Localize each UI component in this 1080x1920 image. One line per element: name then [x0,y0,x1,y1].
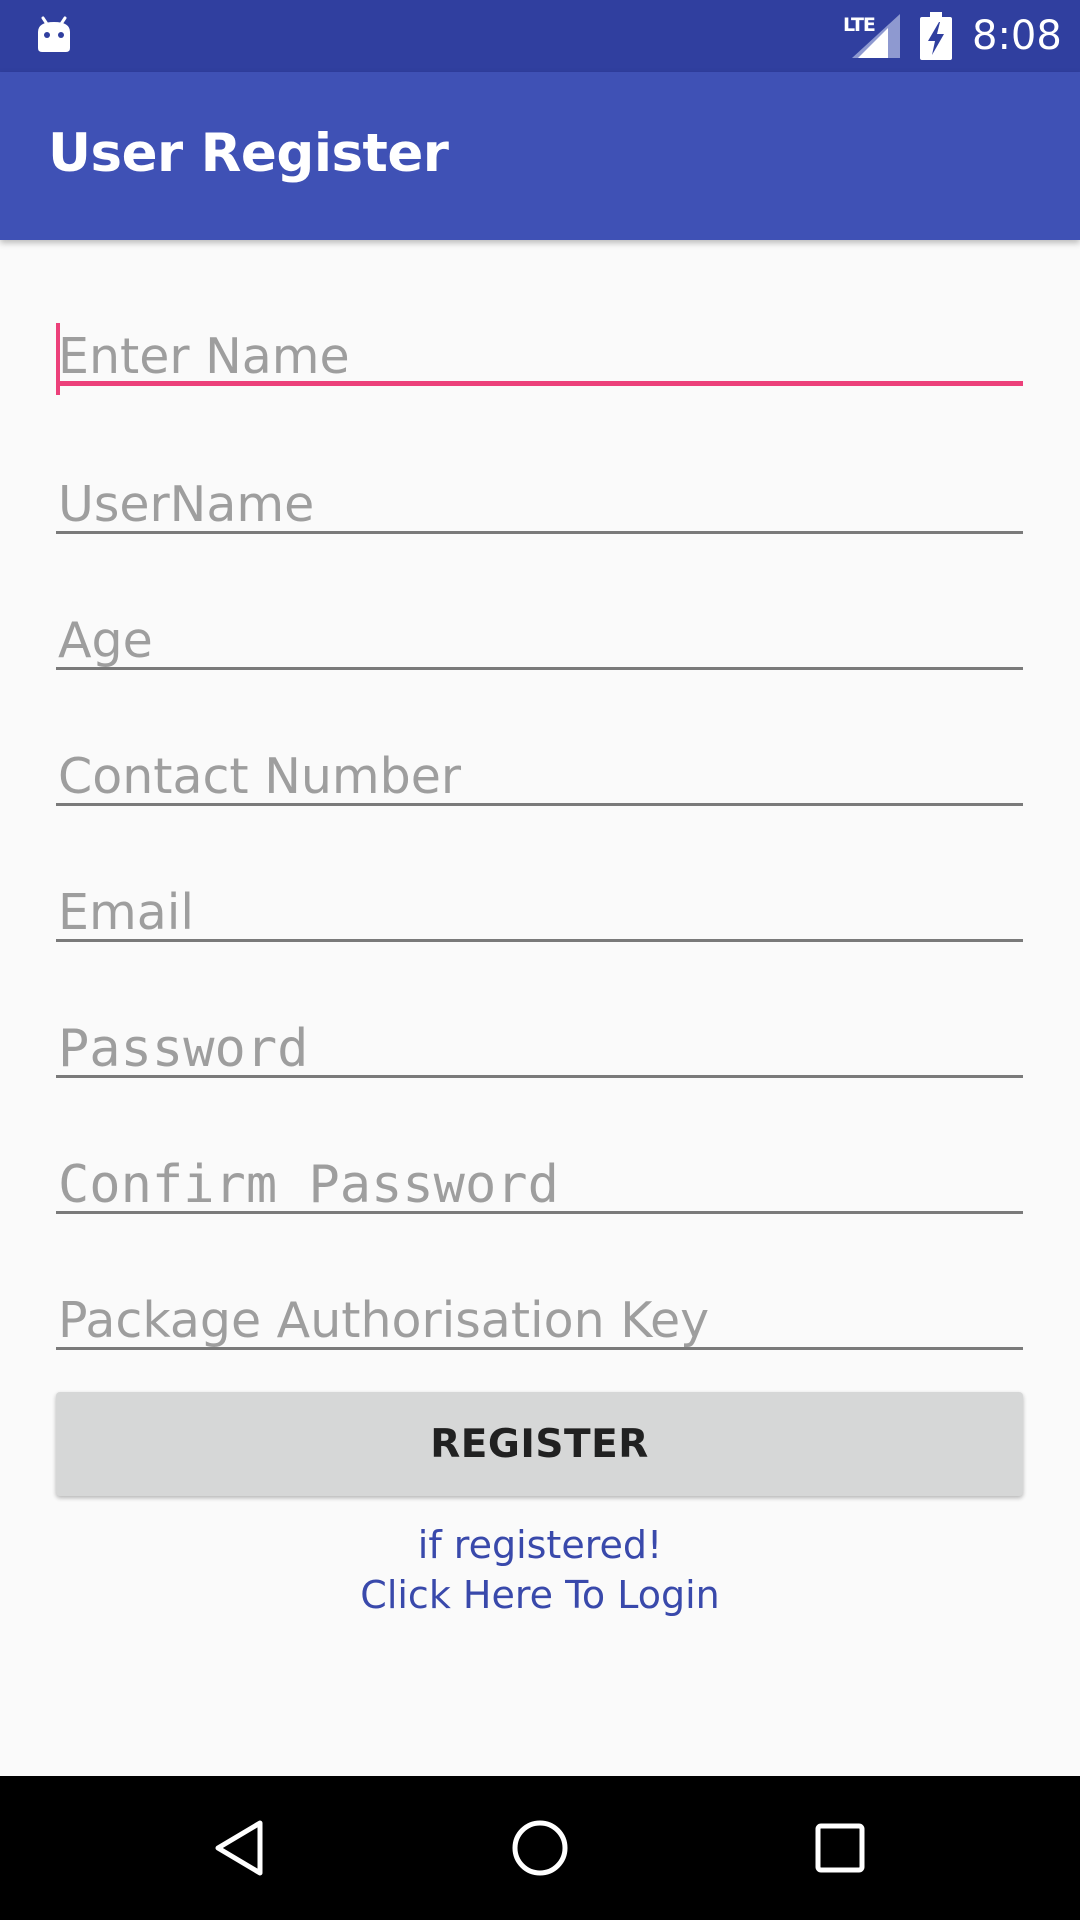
name-field[interactable]: Enter Name [56,282,1023,418]
status-bar: LTE 8:08 [0,0,1080,72]
password-field[interactable]: Password [56,974,1023,1110]
back-icon [215,1820,263,1876]
recents-button[interactable] [780,1798,900,1898]
battery-charging-icon [920,12,952,60]
username-field-underline [56,531,1023,534]
home-icon [512,1820,568,1876]
navigation-bar [0,1776,1080,1920]
contact-number-field[interactable]: Contact Number [56,702,1023,838]
home-button[interactable] [480,1798,600,1898]
name-field-placeholder: Enter Name [58,328,350,385]
app-bar: User Register [0,72,1080,240]
confirm-password-field[interactable]: Confirm Password [56,1110,1023,1246]
package-key-field[interactable]: Package Authorisation Key [56,1246,1023,1382]
username-field[interactable]: UserName [56,430,1023,566]
login-link-line2: Click Here To Login [360,1573,720,1617]
login-link-line1: if registered! [417,1523,663,1567]
username-field-placeholder: UserName [58,476,315,533]
email-field-placeholder: Email [58,884,194,941]
recents-icon [815,1823,865,1873]
lte-signal-icon [852,14,900,58]
package-key-field-placeholder: Package Authorisation Key [58,1292,710,1349]
package-key-field-underline [56,1347,1023,1350]
page-title: User Register [48,123,449,184]
age-field-placeholder: Age [58,612,153,669]
contact-number-field-underline [56,803,1023,806]
email-field[interactable]: Email [56,838,1023,974]
register-button[interactable]: REGISTER [56,1392,1023,1496]
status-time: 8:08 [972,13,1062,59]
back-button[interactable] [180,1798,300,1898]
password-field-underline [56,1075,1023,1078]
confirm-password-field-placeholder: Confirm Password [58,1155,559,1215]
age-field[interactable]: Age [56,566,1023,702]
login-link[interactable]: if registered! Click Here To Login [0,1520,1080,1620]
email-field-underline [56,939,1023,942]
name-field-underline [56,381,1023,386]
confirm-password-field-underline [56,1211,1023,1214]
age-field-underline [56,667,1023,670]
password-field-placeholder: Password [58,1019,309,1079]
android-debug-icon [38,16,70,52]
contact-number-field-placeholder: Contact Number [58,748,462,805]
